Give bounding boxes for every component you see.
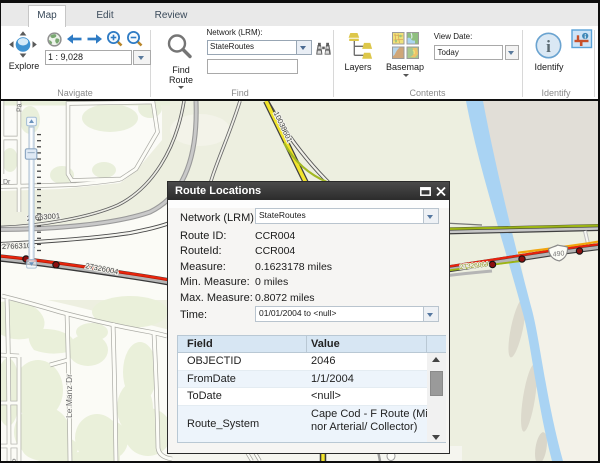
svg-text:Dr: Dr <box>3 179 11 186</box>
svg-text:Le Manz Dr: Le Manz Dr <box>64 374 74 418</box>
svg-text:490: 490 <box>552 250 564 258</box>
svg-text:i: i <box>546 37 551 56</box>
svg-text:Pa: Pa <box>17 103 24 112</box>
